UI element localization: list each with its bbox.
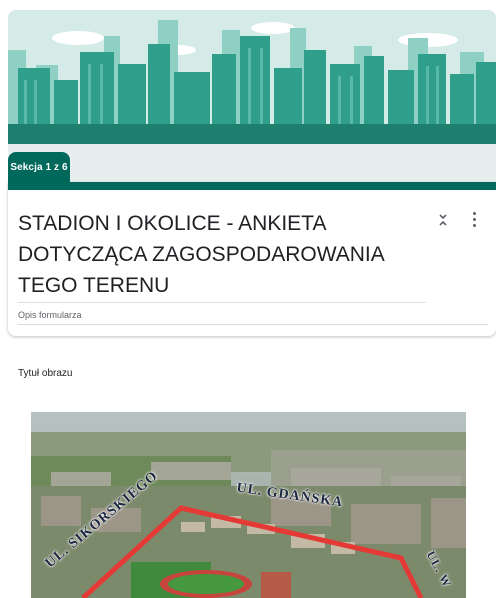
header-banner-image: [8, 10, 496, 144]
aerial-photo-illustration: [31, 412, 466, 598]
card-separator: [8, 344, 496, 350]
form-title-card[interactable]: STADION I OKOLICE - ANKIETA DOTYCZĄCA ZA…: [8, 182, 496, 336]
city-skyline-illustration: [8, 10, 496, 144]
aerial-map-image: UL. GDAŃSKA UL. SIKORSKIEGO UL. W: [31, 412, 466, 598]
image-item-title[interactable]: Tytuł obrazu: [18, 368, 72, 379]
form-description-field[interactable]: Opis formularza: [18, 310, 82, 320]
section-indicator-tab: Sekcja 1 z 6: [8, 152, 70, 182]
more-vert-icon[interactable]: [470, 212, 478, 232]
form-title[interactable]: STADION I OKOLICE - ANKIETA DOTYCZĄCA ZA…: [18, 208, 418, 301]
unfold-less-icon[interactable]: [436, 212, 450, 232]
section-header-strip: [8, 144, 496, 184]
title-underline: [18, 302, 426, 303]
description-underline: [18, 324, 488, 325]
